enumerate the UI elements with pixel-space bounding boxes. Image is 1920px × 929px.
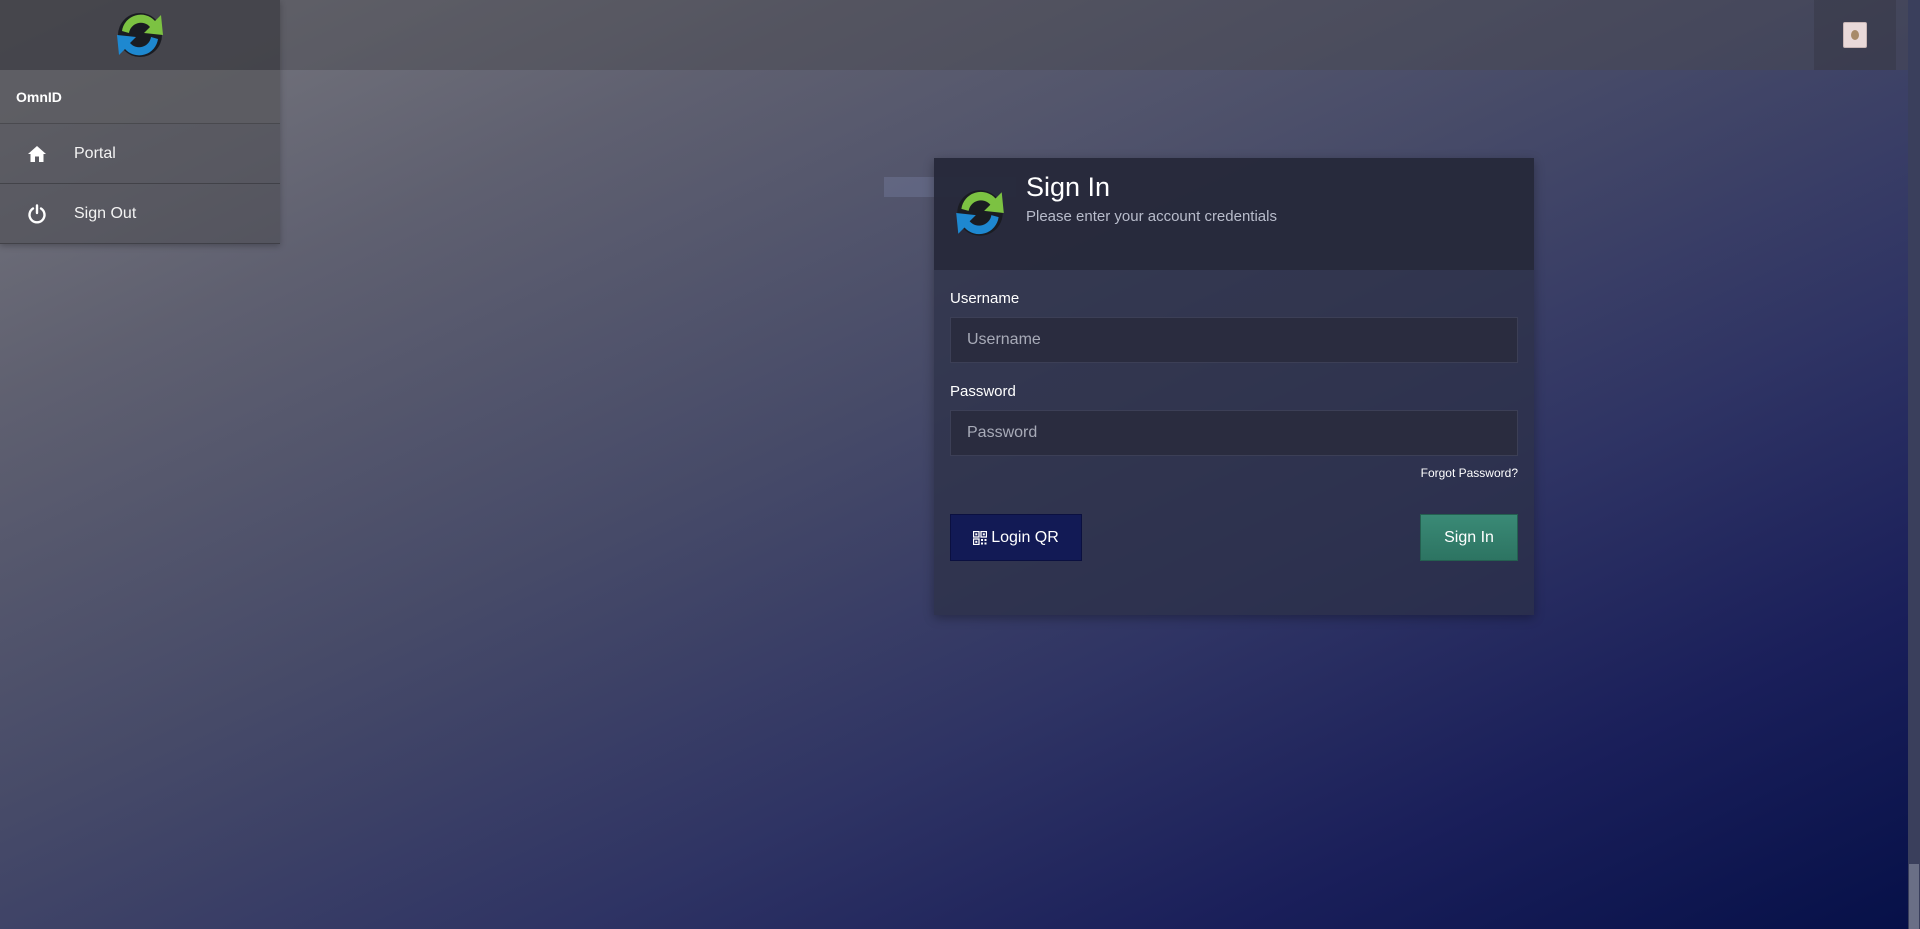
login-qr-button[interactable]: Login QR — [950, 514, 1082, 561]
password-label: Password — [950, 383, 1016, 400]
sidebar-item-sign-out[interactable]: Sign Out — [0, 184, 280, 244]
avatar[interactable] — [1843, 22, 1867, 48]
username-label: Username — [950, 290, 1020, 307]
top-bar — [0, 0, 1908, 70]
sidebar-item-label: Portal — [74, 144, 116, 162]
sync-arrows-icon — [950, 184, 1010, 247]
sync-arrows-icon — [117, 13, 163, 57]
username-field[interactable] — [950, 317, 1518, 363]
login-qr-label: Login QR — [991, 528, 1059, 546]
signin-form: Username Password Forgot Password? — [934, 270, 1534, 561]
sidebar-logo[interactable] — [0, 0, 280, 70]
scrollbar-thumb[interactable] — [1909, 864, 1919, 929]
page-scrollbar[interactable] — [1908, 0, 1920, 929]
user-menu[interactable] — [1814, 0, 1896, 70]
signin-header: Sign In Please enter your account creden… — [934, 158, 1534, 270]
form-actions: Login QR Sign In — [950, 514, 1518, 561]
home-icon — [0, 145, 74, 163]
forgot-password-link[interactable]: Forgot Password? — [950, 466, 1518, 480]
sidebar: OmnID Portal Sign Out — [0, 0, 280, 244]
power-icon — [0, 203, 74, 224]
sign-in-button[interactable]: Sign In — [1420, 514, 1518, 561]
sidebar-item-label: Sign Out — [74, 204, 137, 222]
sidebar-item-portal[interactable]: Portal — [0, 124, 280, 184]
brand-name: OmnID — [0, 70, 280, 124]
page-subtitle: Please enter your account credentials — [1026, 208, 1277, 225]
signin-card: Sign In Please enter your account creden… — [934, 158, 1534, 615]
password-field[interactable] — [950, 410, 1518, 456]
qr-code-icon — [973, 530, 988, 545]
page-title: Sign In — [1026, 172, 1111, 202]
